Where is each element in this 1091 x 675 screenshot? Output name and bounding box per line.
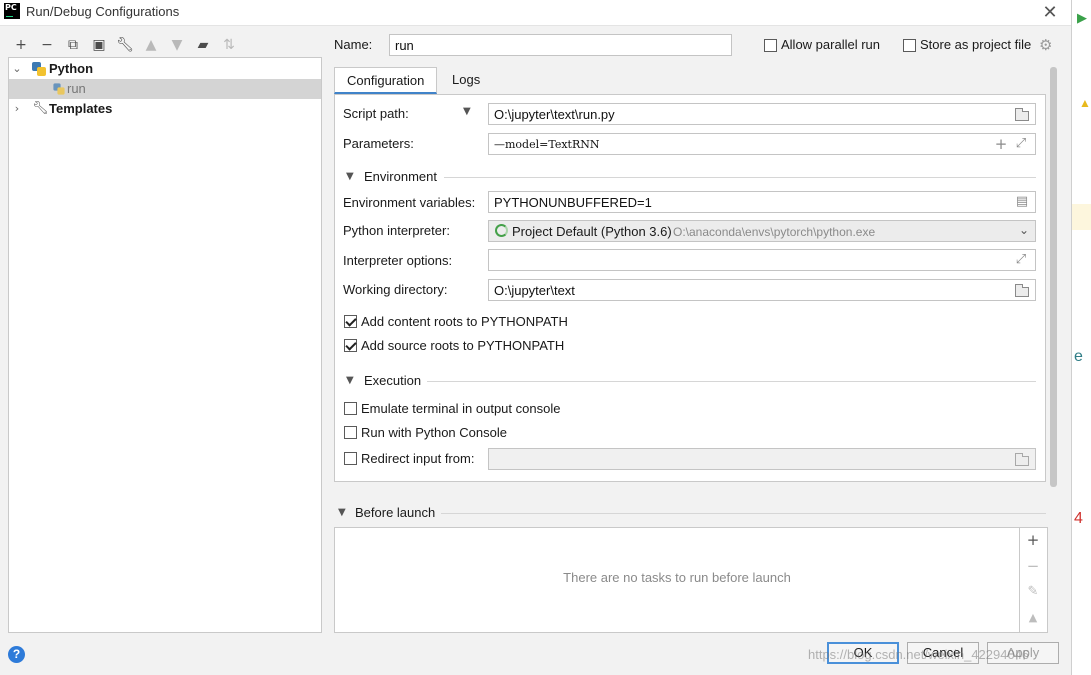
watermark-text: https://blog.csdn.net/weixin_42294046 xyxy=(808,647,1030,662)
section-divider xyxy=(427,381,1036,382)
config-tree: ⌄ Python run › 🔧︎ Templates xyxy=(8,57,322,633)
save-icon[interactable]: ▣ xyxy=(90,36,108,54)
code-fragment: e xyxy=(1074,348,1083,365)
python-icon xyxy=(32,62,46,76)
expand-icon[interactable]: ⤢ xyxy=(1013,136,1029,152)
highlight-line xyxy=(1072,204,1091,230)
execution-header: Execution xyxy=(364,373,422,388)
move-down-icon[interactable]: ▼ xyxy=(168,36,186,54)
run-with-console-label: Run with Python Console xyxy=(361,425,507,440)
add-source-roots-checkbox[interactable] xyxy=(344,339,357,352)
interpreter-label: Python interpreter: xyxy=(343,223,450,238)
environment-header: Environment xyxy=(364,169,437,184)
parameters-input[interactable] xyxy=(488,133,1036,155)
close-icon[interactable]: ✕ xyxy=(1040,2,1060,22)
edit-task-icon[interactable]: ✎ xyxy=(1024,583,1042,601)
interpreter-path: O:\anaconda\envs\pytorch\python.exe xyxy=(673,225,876,239)
run-with-console-checkbox[interactable] xyxy=(344,426,357,439)
plus-icon[interactable]: + xyxy=(993,136,1009,152)
python-interpreter-icon xyxy=(495,224,508,237)
tab-configuration[interactable]: Configuration xyxy=(334,67,438,94)
remove-icon[interactable]: − xyxy=(38,36,56,54)
wrench-icon: 🔧︎ xyxy=(32,101,49,116)
emulate-terminal-checkbox[interactable] xyxy=(344,402,357,415)
document-icon[interactable]: ▤ xyxy=(1014,194,1030,210)
add-content-roots-checkbox[interactable] xyxy=(344,315,357,328)
help-icon[interactable]: ? xyxy=(8,646,25,663)
section-divider xyxy=(441,513,1046,514)
folder-icon[interactable] xyxy=(1015,453,1029,466)
parameters-label: Parameters: xyxy=(343,136,414,151)
emulate-terminal-label: Emulate terminal in output console xyxy=(361,401,561,416)
move-up-icon[interactable]: ▲ xyxy=(142,36,160,54)
tree-item-label: Templates xyxy=(49,101,113,116)
add-source-roots-label: Add source roots to PYTHONPATH xyxy=(361,338,565,353)
pycharm-app-icon: PC xyxy=(4,3,20,19)
tree-item-label: run xyxy=(67,81,86,96)
warning-icon: ▲ xyxy=(1079,96,1091,110)
tree-item-label: Python xyxy=(49,61,94,76)
redirect-input-label: Redirect input from: xyxy=(361,451,475,466)
interp-options-label: Interpreter options: xyxy=(343,253,453,268)
before-launch-empty-text: There are no tasks to run before launch xyxy=(563,570,791,585)
run-icon: ▶ xyxy=(1077,10,1087,25)
working-dir-input[interactable] xyxy=(488,279,1036,301)
wrench-icon[interactable]: 🔧︎ xyxy=(116,36,134,54)
folder-add-icon[interactable]: ▰ xyxy=(194,36,212,54)
chevron-right-icon[interactable]: › xyxy=(11,99,23,119)
add-content-roots-label: Add content roots to PYTHONPATH xyxy=(361,314,568,329)
background-ide-strip: ▶ ▲ e 4 xyxy=(1071,0,1091,675)
env-vars-label: Environment variables: xyxy=(343,195,476,210)
expand-icon[interactable]: ⤢ xyxy=(1013,252,1029,268)
collapse-execution-icon[interactable]: ▼ xyxy=(346,375,354,386)
chevron-down-icon[interactable]: ⌄ xyxy=(1019,223,1029,237)
interp-options-input[interactable] xyxy=(488,249,1036,271)
tab-logs[interactable]: Logs xyxy=(440,67,492,94)
add-icon[interactable]: + xyxy=(12,36,30,54)
working-dir-label: Working directory: xyxy=(343,282,448,297)
allow-parallel-checkbox[interactable] xyxy=(764,39,777,52)
tree-item-run[interactable]: run xyxy=(9,79,321,99)
add-task-icon[interactable]: + xyxy=(1024,531,1042,549)
allow-parallel-label: Allow parallel run xyxy=(781,37,880,52)
folder-icon[interactable] xyxy=(1015,284,1029,297)
code-fragment-number: 4 xyxy=(1074,510,1083,527)
scrollbar-thumb[interactable] xyxy=(1050,67,1057,487)
tree-item-templates[interactable]: › 🔧︎ Templates xyxy=(9,99,321,119)
store-project-label: Store as project file xyxy=(920,37,1032,52)
redirect-input-checkbox[interactable] xyxy=(344,452,357,465)
name-input[interactable] xyxy=(389,34,732,56)
script-path-label: Script path: xyxy=(343,106,409,121)
copy-icon[interactable]: ⧉ xyxy=(64,36,82,54)
script-path-input[interactable] xyxy=(488,103,1036,125)
collapse-environment-icon[interactable]: ▼ xyxy=(346,171,354,182)
section-divider xyxy=(444,177,1036,178)
window-title: Run/Debug Configurations xyxy=(26,4,180,19)
store-project-checkbox[interactable] xyxy=(903,39,916,52)
collapse-before-launch-icon[interactable]: ▼ xyxy=(338,507,346,518)
sort-icon[interactable]: ⇅ xyxy=(220,36,238,54)
gear-icon[interactable]: ⚙ xyxy=(1039,36,1052,54)
before-launch-header: Before launch xyxy=(355,505,436,520)
redirect-input-field[interactable] xyxy=(488,448,1036,470)
script-type-dropdown-icon[interactable]: ▼ xyxy=(463,106,471,117)
remove-task-icon[interactable]: − xyxy=(1024,557,1042,575)
chevron-down-icon[interactable]: ⌄ xyxy=(11,59,23,79)
interpreter-name: Project Default (Python 3.6) xyxy=(512,224,672,239)
move-task-up-icon[interactable]: ▲ xyxy=(1024,609,1042,627)
name-label: Name: xyxy=(334,37,373,52)
python-run-icon xyxy=(53,83,65,95)
tree-item-python[interactable]: ⌄ Python xyxy=(9,59,321,79)
env-vars-input[interactable] xyxy=(488,191,1036,213)
folder-icon[interactable] xyxy=(1015,108,1029,121)
